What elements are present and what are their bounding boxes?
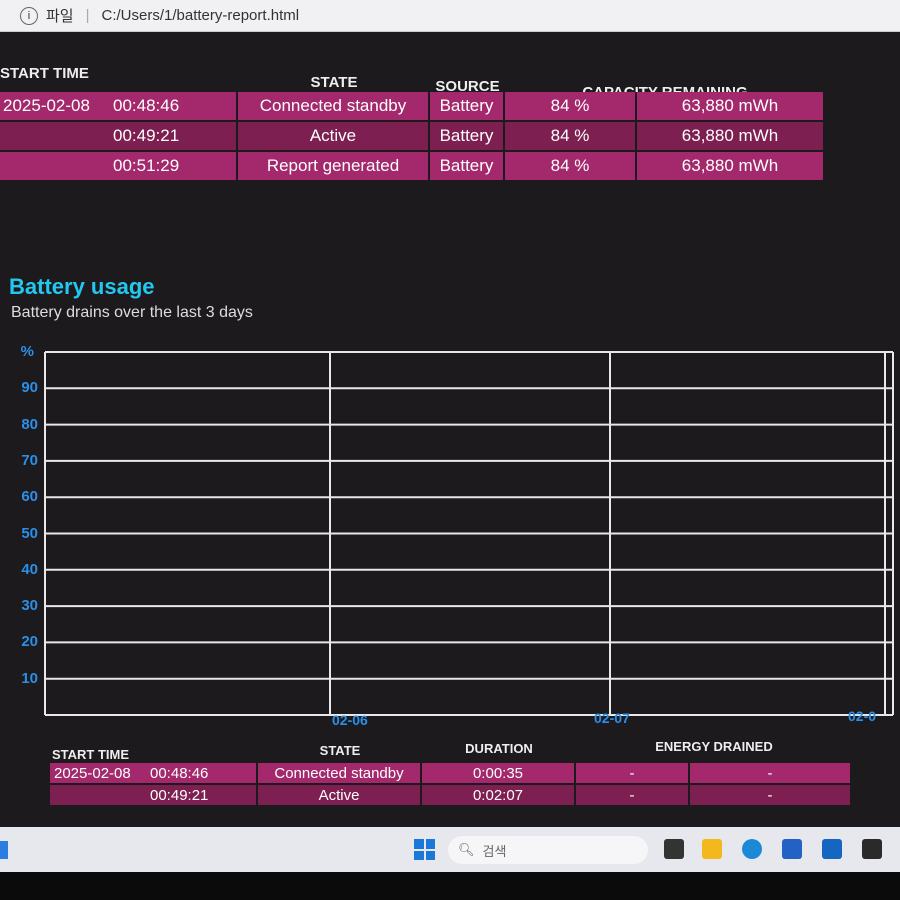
cell-time: 00:48:46 [150, 764, 209, 782]
table-row: 00:49:21 Active 0:02:07 - - [50, 785, 852, 807]
cell-energy_pct: - [629, 786, 635, 804]
table-row: 2025-02-08 00:48:46 Connected standby 0:00:… [50, 763, 852, 785]
cell-duration: 0:00:35 [472, 764, 524, 782]
battery-usage-table: START TIME STATE DURATION ENERGY DRAINED… [50, 737, 860, 817]
monitor-bezel [0, 872, 900, 900]
table-cell: 0:02:07 [422, 785, 576, 807]
header-start-time: START TIME [52, 747, 130, 762]
battery-report-page: START TIME STATE SOURCE CAPACITY REMAINI… [0, 32, 900, 827]
table-cell: - [690, 763, 852, 785]
battery-usage-chart [44, 351, 894, 716]
page-info-label[interactable]: 파일 [46, 5, 74, 26]
table-cell: Active [258, 785, 422, 807]
divider: | [85, 7, 90, 24]
table-cell: 2025-02-08 00:48:46 [50, 763, 258, 785]
header-state: STATE [319, 743, 361, 758]
cell-state: Connected standby [274, 764, 404, 782]
x-tick-label: 02-0 [848, 708, 877, 724]
search-icon: 🔍︎ [458, 842, 475, 857]
cell-energy_mwh: - [767, 764, 773, 782]
header-energy-drained: ENERGY DRAINED [655, 739, 773, 754]
x-tick-label: 02-06 [332, 712, 368, 728]
outlook-icon[interactable] [822, 839, 842, 859]
x-tick-label: 02-07 [594, 710, 630, 726]
table-cell: 0:00:35 [422, 763, 576, 785]
start-button[interactable] [414, 839, 435, 860]
task-view-icon[interactable] [664, 839, 684, 859]
taskbar-search[interactable]: 🔍︎ 검색 [448, 836, 648, 864]
terminal-icon[interactable] [862, 839, 882, 859]
info-icon[interactable]: i [20, 6, 38, 25]
taskbar: 🔍︎ 검색 [0, 827, 900, 872]
cell-energy_mwh: - [767, 786, 773, 804]
widget-icon[interactable] [0, 841, 8, 859]
cell-duration: 0:02:07 [472, 786, 524, 804]
table-cell: 00:49:21 [50, 785, 258, 807]
table-cell: Connected standby [258, 763, 422, 785]
cell-date: 2025-02-08 [54, 764, 131, 782]
address-bar[interactable]: i 파일 | C:/Users/1/battery-report.html [0, 0, 900, 32]
edge-icon[interactable] [742, 839, 762, 859]
search-placeholder: 검색 [482, 843, 507, 859]
url-text[interactable]: C:/Users/1/battery-report.html [102, 7, 300, 24]
file-explorer-icon[interactable] [702, 839, 722, 859]
cell-time: 00:49:21 [150, 786, 209, 804]
table-cell: - [576, 785, 690, 807]
cell-energy_pct: - [629, 764, 635, 782]
header-duration: DURATION [465, 741, 533, 756]
table-cell: - [690, 785, 852, 807]
table-cell: - [576, 763, 690, 785]
store-icon[interactable] [782, 839, 802, 859]
cell-state: Active [318, 786, 360, 804]
